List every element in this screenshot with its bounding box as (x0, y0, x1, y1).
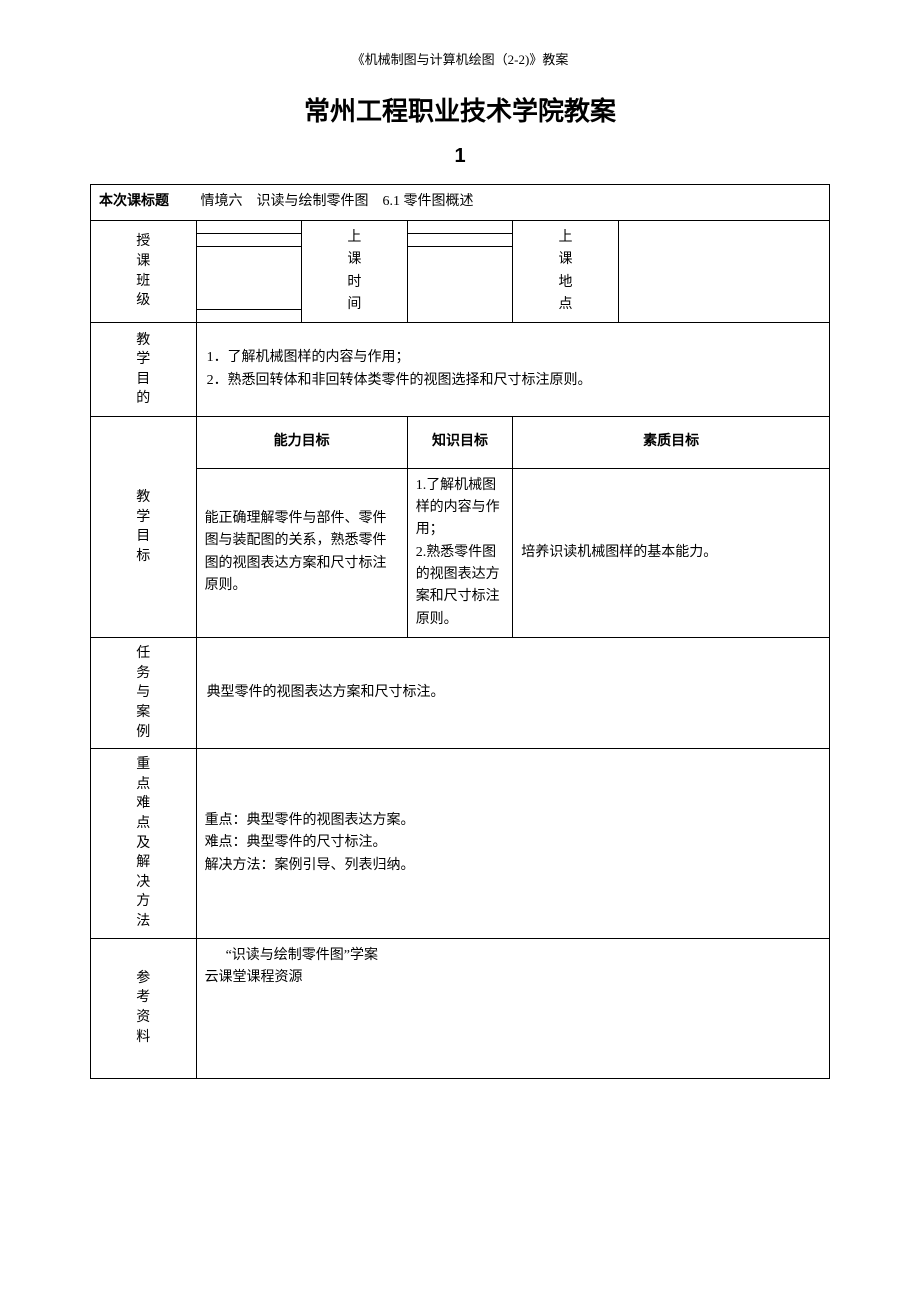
keypoints-line-2: 难点：典型零件的尺寸标注。 (205, 832, 821, 854)
topic-value (173, 194, 201, 209)
char: 任 (99, 644, 188, 664)
char: 方 (99, 892, 188, 912)
char: 上 (310, 227, 399, 249)
char: 考 (99, 988, 188, 1008)
class-place-label: 上 课 地 点 (513, 220, 619, 323)
char: 点 (521, 294, 610, 316)
lesson-plan-table: 本次课标题 情境六 识读与绘制零件图 6.1 零件图概述 授 课 班 级 上 课… (90, 184, 830, 1078)
char: 班 (99, 272, 188, 292)
resources-label: 参 考 资 料 (91, 938, 197, 1078)
char: 时 (310, 272, 399, 294)
page-subtitle: 1 (90, 140, 830, 172)
char: 重 (99, 755, 188, 775)
char: 目 (99, 370, 188, 390)
class-value-2 (196, 233, 302, 246)
char: 的 (99, 389, 188, 409)
class-time-value-2 (407, 233, 513, 246)
goals-knowledge: 1.了解机械图样的内容与作用； 2.熟悉零件图的视图表达方案和尺寸标注原则。 (407, 468, 513, 638)
char: 地 (521, 272, 610, 294)
char: 课 (310, 249, 399, 271)
purpose-label: 教 学 目 的 (91, 323, 197, 417)
knowledge-line-1: 1.了解机械图样的内容与作用； (416, 475, 505, 542)
page-header: 《机械制图与计算机绘图（2-2)》教案 (90, 50, 830, 71)
char: 与 (99, 683, 188, 703)
knowledge-line-2: 2.熟悉零件图的视图表达方案和尺寸标注原则。 (416, 542, 505, 632)
char: 点 (99, 775, 188, 795)
page-title: 常州工程职业技术学院教案 (90, 91, 830, 133)
topic-content: 情境六 识读与绘制零件图 6.1 零件图概述 (201, 194, 474, 209)
char: 教 (99, 331, 188, 351)
char: 法 (99, 912, 188, 932)
class-value-3 (196, 246, 302, 310)
keypoints-line-3: 解决方法：案例引导、列表归纳。 (205, 855, 821, 877)
resources-line-2: 云课堂课程资源 (205, 967, 821, 989)
char: 课 (99, 252, 188, 272)
class-place-value (618, 220, 829, 323)
goals-quality: 培养识读机械图样的基本能力。 (513, 468, 830, 638)
goals-ability: 能正确理解零件与部件、零件图与装配图的关系，熟悉零件图的视图表达方案和尺寸标注原… (196, 468, 407, 638)
char: 授 (99, 232, 188, 252)
keypoints-line-1: 重点：典型零件的视图表达方案。 (205, 810, 821, 832)
char: 案 (99, 703, 188, 723)
char: 及 (99, 834, 188, 854)
char: 例 (99, 723, 188, 743)
topic-row: 本次课标题 情境六 识读与绘制零件图 6.1 零件图概述 (91, 185, 830, 220)
char: 学 (99, 508, 188, 528)
class-time-value-3 (407, 246, 513, 323)
task-label: 任 务 与 案 例 (91, 638, 197, 749)
char: 料 (99, 1028, 188, 1048)
char: 务 (99, 664, 188, 684)
char: 难 (99, 794, 188, 814)
char: 资 (99, 1008, 188, 1028)
goals-header-quality: 素质目标 (513, 417, 830, 468)
goals-header-ability: 能力目标 (196, 417, 407, 468)
class-value-1 (196, 220, 302, 233)
char: 上 (521, 227, 610, 249)
char: 标 (99, 547, 188, 567)
keypoints-label: 重 点 难 点 及 解 决 方 法 (91, 749, 197, 938)
teach-class-label: 授 课 班 级 (91, 220, 197, 323)
resources-line-1: “识读与绘制零件图”学案 (205, 945, 821, 967)
char: 级 (99, 291, 188, 311)
char: 参 (99, 969, 188, 989)
char: 课 (521, 249, 610, 271)
purpose-content: 1．了解机械图样的内容与作用； 2．熟悉回转体和非回转体类零件的视图选择和尺寸标… (196, 323, 829, 417)
topic-label: 本次课标题 (99, 194, 169, 209)
goals-header-knowledge: 知识目标 (407, 417, 513, 468)
class-time-label: 上 课 时 间 (302, 220, 408, 323)
char: 学 (99, 350, 188, 370)
char: 决 (99, 873, 188, 893)
purpose-line-2: 2．熟悉回转体和非回转体类零件的视图选择和尺寸标注原则。 (207, 370, 819, 392)
char: 教 (99, 488, 188, 508)
class-value-4 (196, 310, 302, 323)
goals-label: 教 学 目 标 (91, 417, 197, 638)
char: 间 (310, 294, 399, 316)
class-time-value-1 (407, 220, 513, 233)
task-content: 典型零件的视图表达方案和尺寸标注。 (196, 638, 829, 749)
char: 目 (99, 527, 188, 547)
char: 点 (99, 814, 188, 834)
char: 解 (99, 853, 188, 873)
resources-content: “识读与绘制零件图”学案 云课堂课程资源 (196, 938, 829, 1078)
keypoints-content: 重点：典型零件的视图表达方案。 难点：典型零件的尺寸标注。 解决方法：案例引导、… (196, 749, 829, 938)
purpose-line-1: 1．了解机械图样的内容与作用； (207, 347, 819, 369)
